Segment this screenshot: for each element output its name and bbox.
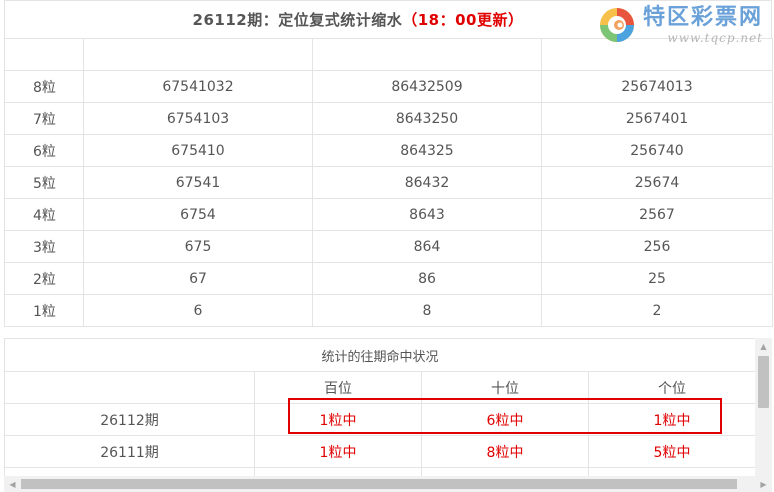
- history-caption: 统计的往期命中状况: [4, 338, 757, 372]
- table-row: 2粒 67 86 25: [4, 262, 773, 295]
- table-cell: 864325: [312, 134, 542, 167]
- logo-name: 特区彩票网: [642, 5, 763, 30]
- table-row: 1粒 6 8 2: [4, 294, 773, 327]
- table-row: 6粒 675410 864325 256740: [4, 134, 773, 167]
- hit-result: 5粒中: [587, 435, 757, 468]
- table-cell: 25674013: [541, 70, 773, 103]
- header-units: 个位: [587, 371, 757, 404]
- site-logo[interactable]: 特区彩票网 www.tqcp.net: [595, 5, 763, 45]
- table-cell: 2567401: [541, 102, 773, 135]
- scrollbar-thumb[interactable]: [21, 479, 737, 489]
- header-cell: [4, 38, 84, 71]
- table-row: 26111期 1粒中 8粒中 5粒中: [4, 435, 757, 468]
- row-label: 8粒: [4, 70, 84, 103]
- table-cell: 2: [541, 294, 773, 327]
- table-cell: 67: [83, 262, 313, 295]
- page-title: 26112期：定位复式统计缩水（18：00更新）: [193, 9, 524, 30]
- hit-result: 8粒中: [421, 435, 589, 468]
- header-cell: [312, 38, 542, 71]
- table-cell: 86432: [312, 166, 542, 199]
- table-row: 5粒 67541 86432 25674: [4, 166, 773, 199]
- header-hundreds: 百位: [254, 371, 422, 404]
- table-cell: 864: [312, 230, 542, 263]
- stats-panel: 26112期：定位复式统计缩水（18：00更新） 特区彩票网 www.tqcp.…: [4, 0, 773, 327]
- row-label: 7粒: [4, 102, 84, 135]
- hit-result: 1粒中: [254, 403, 422, 436]
- table-row: 26112期 1粒中 6粒中 1粒中: [4, 403, 757, 436]
- table-cell: 6754103: [83, 102, 313, 135]
- row-label: 1粒: [4, 294, 84, 327]
- row-label: 6粒: [4, 134, 84, 167]
- scroll-right-icon[interactable]: ▶: [755, 476, 772, 492]
- row-label: 2粒: [4, 262, 84, 295]
- title-text: 26112期：定位复式统计缩水: [192, 11, 403, 29]
- hit-result: 1粒中: [254, 435, 422, 468]
- table-cell: 67541: [83, 166, 313, 199]
- table-cell: 67541032: [83, 70, 313, 103]
- scroll-up-icon[interactable]: ▲: [755, 338, 772, 355]
- header-tens: 十位: [421, 371, 589, 404]
- table-cell: 6: [83, 294, 313, 327]
- table-cell: 8643: [312, 198, 542, 231]
- table-cell: 86432509: [312, 70, 542, 103]
- issue-label: 26112期: [4, 403, 255, 436]
- table-row: 7粒 6754103 8643250 2567401: [4, 102, 773, 135]
- history-panel[interactable]: 统计的往期命中状况 百位 十位 个位 26112期 1粒中 6粒中 1粒中 26111期…: [4, 338, 772, 492]
- table-cell: 25674: [541, 166, 773, 199]
- table-row: 4粒 6754 8643 2567: [4, 198, 773, 231]
- table-cell: 675410: [83, 134, 313, 167]
- table-row: 3粒 675 864 256: [4, 230, 773, 263]
- row-label: 5粒: [4, 166, 84, 199]
- hit-result: 1粒中: [587, 403, 757, 436]
- table-cell: 256740: [541, 134, 773, 167]
- horizontal-scrollbar[interactable]: ◀ ▶: [4, 476, 772, 492]
- table-cell: 86: [312, 262, 542, 295]
- table-cell: 6754: [83, 198, 313, 231]
- table-row: 8粒 67541032 86432509 25674013: [4, 70, 773, 103]
- vertical-scrollbar[interactable]: ▲: [755, 338, 772, 476]
- row-label: 3粒: [4, 230, 84, 263]
- logo-swirl-icon: [595, 5, 639, 45]
- caption-row: 统计的往期命中状况: [4, 338, 757, 372]
- header-cell: [4, 371, 255, 404]
- table-cell: 256: [541, 230, 773, 263]
- table-cell: 2567: [541, 198, 773, 231]
- row-label: 4粒: [4, 198, 84, 231]
- column-header-row: 百位 十位 个位: [4, 371, 757, 404]
- title-bar: 26112期：定位复式统计缩水（18：00更新） 特区彩票网 www.tqcp.…: [4, 0, 772, 45]
- update-time: （18：00更新）: [402, 11, 524, 29]
- table-cell: 8643250: [312, 102, 542, 135]
- logo-url: www.tqcp.net: [667, 31, 763, 45]
- header-cell: [83, 38, 313, 71]
- history-table: 统计的往期命中状况 百位 十位 个位 26112期 1粒中 6粒中 1粒中 26111期…: [4, 338, 757, 492]
- scroll-left-icon[interactable]: ◀: [4, 476, 21, 492]
- table-cell: 25: [541, 262, 773, 295]
- hit-result: 6粒中: [421, 403, 589, 436]
- positions-table: 8粒 67541032 86432509 25674013 7粒 6754103 86432…: [4, 38, 773, 327]
- table-cell: 675: [83, 230, 313, 263]
- scrollbar-thumb[interactable]: [758, 356, 769, 408]
- issue-label: 26111期: [4, 435, 255, 468]
- table-cell: 8: [312, 294, 542, 327]
